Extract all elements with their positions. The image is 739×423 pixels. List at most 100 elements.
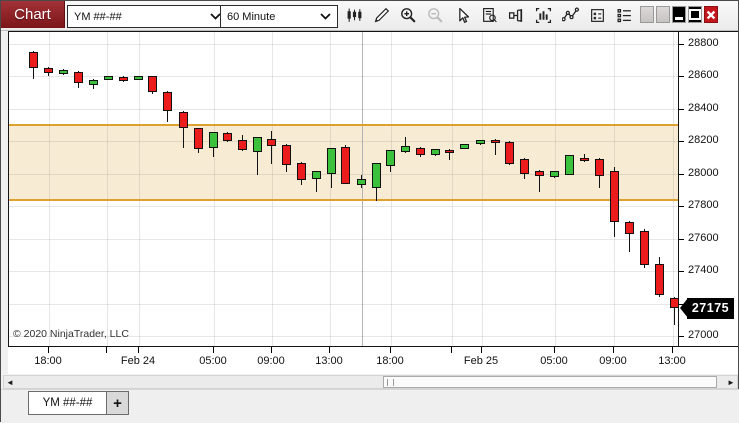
candle-body <box>223 133 232 140</box>
instrument-selector-value: YM ##-## <box>74 11 210 23</box>
zoom-in-button[interactable] <box>396 4 420 27</box>
close-button[interactable] <box>704 6 718 23</box>
v-gridline <box>330 32 331 346</box>
chart-trader-icon <box>508 7 525 24</box>
close-icon <box>706 10 716 20</box>
indicators-button[interactable] <box>531 4 555 27</box>
tab-instrument[interactable]: YM ##-## <box>28 391 107 415</box>
chevron-down-icon <box>320 13 331 20</box>
candle-body <box>194 128 203 149</box>
time-tick-label: 13:00 <box>315 355 343 367</box>
tab-strip: YM ##-## + <box>1 389 739 423</box>
time-tick <box>672 347 673 353</box>
candle-body <box>670 298 679 308</box>
cursor-icon <box>454 7 471 24</box>
time-tick <box>390 347 391 353</box>
chart-trader-button[interactable] <box>504 4 528 27</box>
tab-instrument-label: YM ##-## <box>43 397 93 409</box>
scrollbar-thumb[interactable] <box>383 376 717 388</box>
session-break-line <box>362 32 363 346</box>
horizontal-scrollbar[interactable]: ◄ ► <box>3 375 738 389</box>
price-tick <box>679 206 684 207</box>
candle-body <box>580 158 589 161</box>
copyright-text: © 2020 NinjaTrader, LLC <box>13 328 129 340</box>
display-settings-button[interactable] <box>612 4 636 27</box>
candle-wick <box>271 131 272 164</box>
minimize-button[interactable] <box>672 6 686 23</box>
candle-body <box>550 171 559 177</box>
v-gridline <box>49 32 50 346</box>
scroll-left-button[interactable]: ◄ <box>4 376 16 388</box>
candle-body <box>179 112 188 128</box>
price-tick <box>679 44 684 45</box>
time-tick-label: 18:00 <box>376 355 404 367</box>
scrollbar-grip-icon <box>387 379 394 386</box>
add-tab-button[interactable]: + <box>106 391 129 415</box>
chart-toolbar <box>342 4 636 27</box>
time-tick <box>481 347 482 353</box>
data-box-button[interactable] <box>477 4 501 27</box>
price-tick <box>679 271 684 272</box>
title-bar: Chart YM ##-## 60 Minute <box>1 1 738 31</box>
time-tick-label: 18:00 <box>34 355 62 367</box>
time-tick <box>213 347 214 353</box>
candle-body <box>610 171 619 221</box>
h-gridline <box>9 206 678 207</box>
pin-button[interactable] <box>640 6 654 23</box>
ninjatrader-chart-window: { "titlebar": { "tab_label": "Chart", "i… <box>0 0 739 422</box>
candle-body <box>297 163 306 180</box>
candle-body <box>327 148 336 174</box>
v-gridline <box>391 32 392 346</box>
add-tab-icon: + <box>113 395 122 412</box>
time-axis[interactable]: 18:00Feb 2405:0009:0013:0018:00Feb 2505:… <box>8 347 738 374</box>
drawing-tools-button[interactable] <box>369 4 393 27</box>
v-gridline <box>555 32 556 346</box>
candle-body <box>163 92 172 111</box>
properties-button[interactable] <box>585 4 609 27</box>
time-tick-label: 05:00 <box>199 355 227 367</box>
candle-body <box>59 70 68 74</box>
window-controls <box>640 6 718 23</box>
interval-selector-value: 60 Minute <box>227 11 320 23</box>
candle-body <box>460 144 469 149</box>
scroll-right-icon: ► <box>727 378 735 387</box>
plot-area[interactable]: © 2020 NinjaTrader, LLC <box>8 31 679 347</box>
price-tick-label: 27800 <box>688 199 719 211</box>
price-tick-label: 27400 <box>688 264 719 276</box>
price-tick <box>679 239 684 240</box>
candle-body <box>282 145 291 165</box>
price-tick-label: 28000 <box>688 167 719 179</box>
time-tick-label: 09:00 <box>257 355 285 367</box>
h-gridline <box>9 239 678 240</box>
v-gridline <box>452 32 453 346</box>
price-tick-label: 27600 <box>688 232 719 244</box>
time-tick <box>48 347 49 353</box>
cursor-button[interactable] <box>450 4 474 27</box>
candle-body <box>625 222 634 234</box>
price-tick <box>679 76 684 77</box>
time-tick <box>613 347 614 353</box>
time-tick-label: 13:00 <box>658 355 686 367</box>
maximize-icon <box>689 9 701 20</box>
candle-body <box>341 147 350 184</box>
price-axis[interactable]: 27175 2880028600284002820028000278002760… <box>679 31 738 347</box>
link-button[interactable] <box>656 6 670 23</box>
time-tick-label: 05:00 <box>540 355 568 367</box>
time-tick <box>271 347 272 353</box>
candle-body <box>565 155 574 174</box>
chart-style-button[interactable] <box>342 4 366 27</box>
candle-body <box>445 150 454 153</box>
price-marker-value: 27175 <box>687 298 734 319</box>
data-box-icon <box>481 7 498 24</box>
scroll-right-button[interactable]: ► <box>725 376 737 388</box>
interval-selector[interactable]: 60 Minute <box>220 5 338 28</box>
v-gridline <box>272 32 273 346</box>
h-gridline <box>9 304 678 305</box>
strategies-button[interactable] <box>558 4 582 27</box>
candle-body <box>401 146 410 152</box>
candle-body <box>640 231 649 264</box>
candle-body <box>535 171 544 177</box>
maximize-button[interactable] <box>688 6 702 23</box>
band-border <box>9 124 678 126</box>
instrument-selector[interactable]: YM ##-## <box>67 5 228 28</box>
